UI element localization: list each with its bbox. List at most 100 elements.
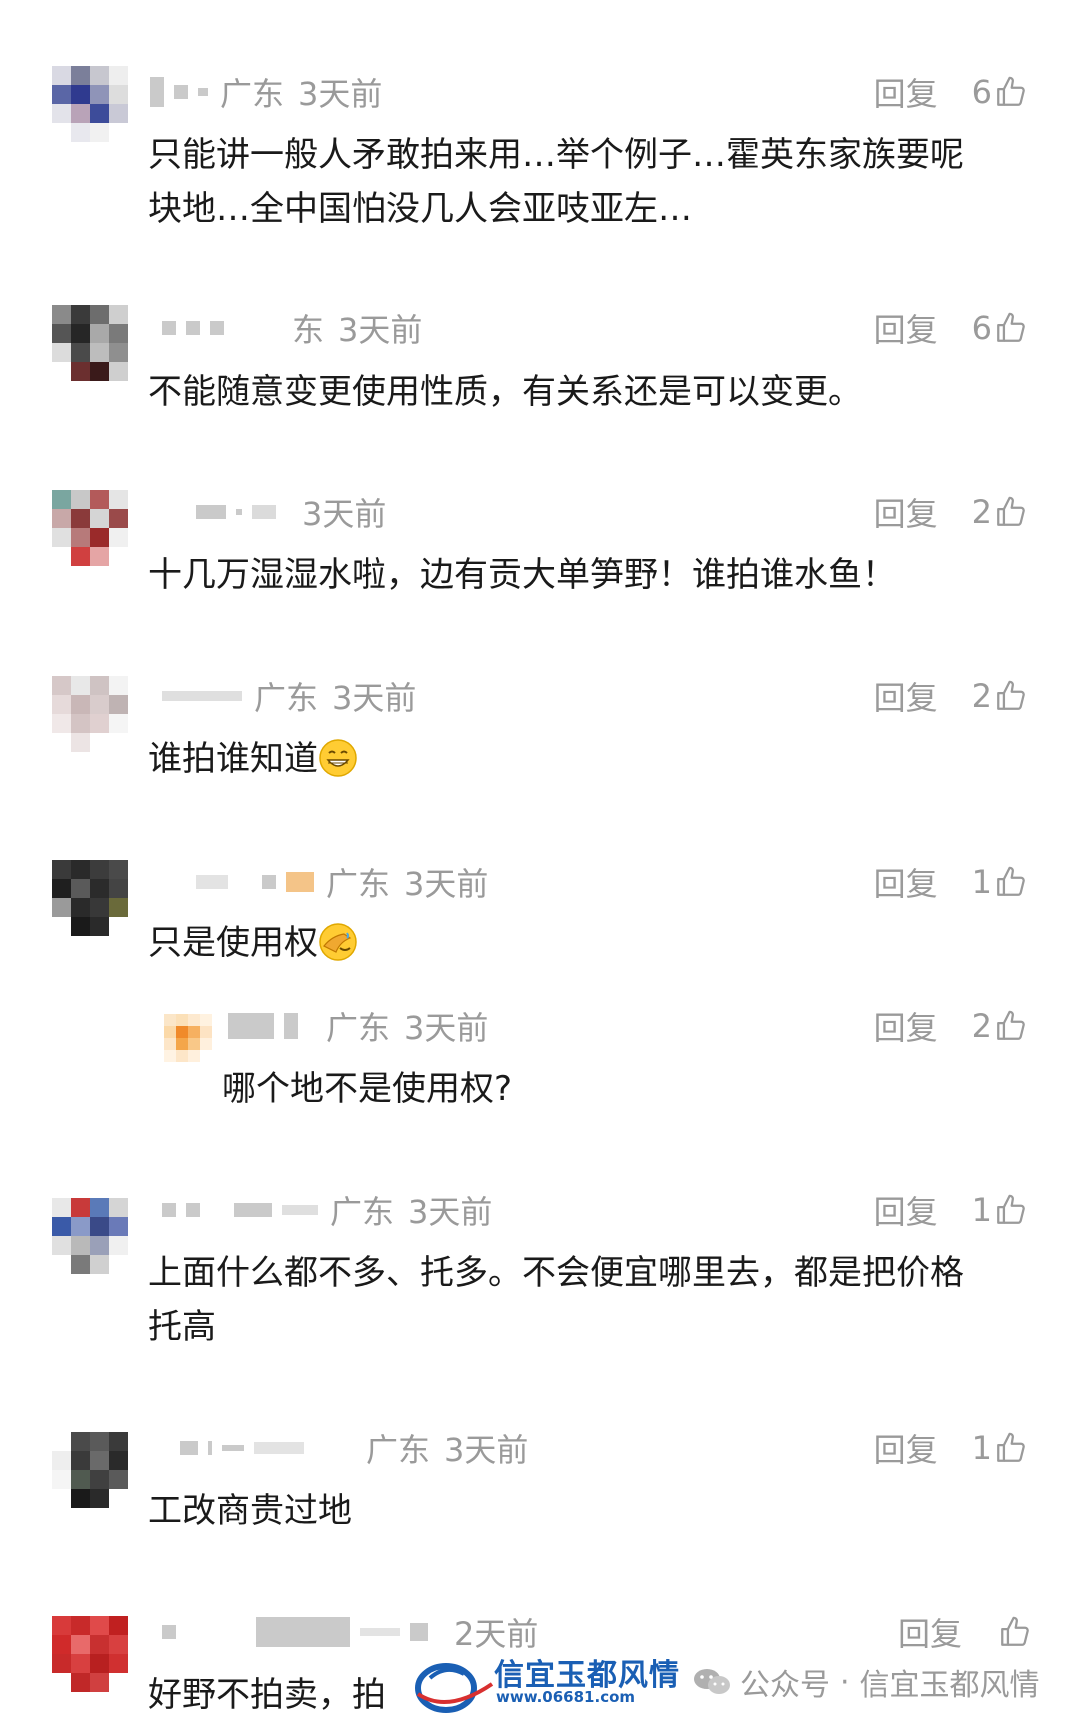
comment-location: 广东	[254, 679, 319, 717]
comment-text: 工改商贵过地	[148, 1484, 352, 1538]
comment-text-line: 谁拍谁知道	[148, 732, 358, 786]
comment-time: 3天前	[404, 1009, 489, 1047]
blurred-username[interactable]	[162, 691, 242, 701]
thumbs-up-icon[interactable]	[994, 311, 1028, 345]
comment-location: 广东	[330, 1193, 395, 1231]
reply-button[interactable]: 回复	[874, 69, 938, 115]
like-count: 1	[971, 1429, 992, 1467]
comment-location: 广东	[326, 1009, 391, 1047]
comment-meta: 广东 3天前	[196, 862, 488, 903]
avatar[interactable]	[52, 305, 128, 381]
blurred-username[interactable]	[180, 1441, 354, 1455]
blurred-username[interactable]	[196, 505, 276, 519]
like-count: 6	[971, 309, 992, 347]
grinning-face-emoji	[319, 739, 357, 777]
comment-location: 广东	[366, 1431, 431, 1469]
blurred-username[interactable]	[228, 1013, 314, 1039]
thumbs-up-icon[interactable]	[994, 1431, 1028, 1465]
thumbs-up-icon[interactable]	[994, 1009, 1028, 1043]
face-palm-emoji	[319, 923, 357, 961]
comment-time: 3天前	[332, 679, 417, 717]
comment-meta: 2天前	[162, 1612, 538, 1653]
reply-button[interactable]: 回复	[874, 1187, 938, 1233]
comment-time: 3天前	[302, 495, 387, 533]
thumbs-up-icon[interactable]	[994, 75, 1028, 109]
comment-actions: 回复 2	[874, 1003, 1028, 1049]
comment-text: 哪个地不是使用权?	[222, 1062, 512, 1116]
comment-time: 3天前	[298, 75, 383, 113]
comment-time: 3天前	[444, 1431, 529, 1469]
watermark-account-label: 公众号	[740, 1668, 830, 1703]
thumbs-up-icon[interactable]	[994, 679, 1028, 713]
comment-text: 只是使用权	[148, 916, 358, 970]
avatar[interactable]	[52, 1432, 128, 1508]
comment-actions: 回复	[898, 1612, 1032, 1653]
avatar[interactable]	[164, 1014, 212, 1062]
avatar[interactable]	[52, 1198, 128, 1274]
reply-button[interactable]: 回复	[874, 305, 938, 351]
comment-text-span: 只是使用权	[148, 923, 318, 963]
comment-actions: 回复 2	[874, 489, 1028, 535]
blurred-username[interactable]	[162, 1617, 428, 1647]
comment-meta: 广东 3天前	[228, 1006, 489, 1047]
like-count: 2	[971, 677, 992, 715]
watermark-account: 公众号 · 信宜玉都风情	[692, 1660, 1040, 1704]
comment-meta: 3天前	[196, 492, 387, 533]
avatar[interactable]	[52, 66, 128, 142]
comment-text-line: 只是使用权	[148, 916, 358, 970]
comment-text-line: 好野不拍卖，拍	[148, 1675, 386, 1715]
comment-actions: 回复 2	[874, 673, 1028, 719]
like-count: 1	[971, 1191, 992, 1229]
like-count: 1	[971, 863, 992, 901]
blurred-username[interactable]	[196, 872, 314, 892]
comment-actions: 回复 6	[874, 305, 1028, 351]
comment-time: 3天前	[408, 1193, 493, 1231]
comment-actions: 回复 1	[874, 1187, 1028, 1233]
reply-button[interactable]: 回复	[874, 1425, 938, 1471]
blurred-username[interactable]	[162, 321, 280, 335]
avatar[interactable]	[52, 676, 128, 752]
reply-button[interactable]: 回复	[874, 859, 938, 905]
thumbs-up-icon[interactable]	[998, 1615, 1032, 1649]
watermark-separator: ·	[840, 1664, 850, 1700]
comment-meta: 广东 3天前	[162, 676, 417, 717]
comment-text: 十几万湿湿水啦，边有贡大单笋野！谁拍谁水鱼！	[148, 548, 896, 602]
comment-meta: 广东 3天前	[162, 1190, 493, 1231]
comment-text-line: 工改商贵过地	[148, 1491, 352, 1531]
comment-text-span: 谁拍谁知道	[148, 739, 318, 779]
wechat-icon	[694, 1669, 730, 1694]
reply-button[interactable]: 回复	[874, 1003, 938, 1049]
comment-text: 谁拍谁知道	[148, 732, 358, 786]
thumbs-up-icon[interactable]	[994, 495, 1028, 529]
avatar[interactable]	[52, 860, 128, 936]
comment-location: 广东	[326, 865, 391, 903]
thumbs-up-icon[interactable]	[994, 1193, 1028, 1227]
comment-meta: 东 3天前	[162, 308, 422, 349]
comment-text-line: 上面什么都不多、托多。不会便宜哪里去，都是把价格	[148, 1253, 964, 1293]
blurred-username[interactable]	[162, 1203, 318, 1217]
watermark: 信宜玉都风情 www.06681.com 公众号 · 信宜玉都风情	[410, 1648, 1080, 1718]
comment-text-line: 托高	[148, 1307, 216, 1347]
comment-location: 广东	[220, 75, 285, 113]
comment-text-line: 哪个地不是使用权?	[222, 1069, 513, 1109]
comment-text-line: 块地…全中国怕没几人会亚吱亚左…	[148, 189, 692, 229]
avatar[interactable]	[52, 490, 128, 566]
comment-text: 只能讲一般人矛敢拍来用…举个例子…霍英东家族要呢 块地…全中国怕没几人会亚吱亚左…	[148, 128, 964, 236]
comment-text-line: 不能随意变更使用性质，有关系还是可以变更。	[148, 372, 862, 412]
watermark-account-name: 信宜玉都风情	[859, 1668, 1040, 1703]
comment-text: 上面什么都不多、托多。不会便宜哪里去，都是把价格 托高	[148, 1246, 964, 1354]
avatar[interactable]	[52, 1616, 128, 1692]
like-count: 2	[971, 1007, 992, 1045]
comment-meta: 广东 3天前	[150, 72, 383, 113]
comment-actions: 回复 1	[874, 859, 1028, 905]
like-count: 2	[971, 493, 992, 531]
watermark-logo-icon	[415, 1663, 494, 1713]
like-count: 6	[971, 73, 992, 111]
reply-button[interactable]: 回复	[874, 673, 938, 719]
thumbs-up-icon[interactable]	[994, 865, 1028, 899]
comment-location: 东	[292, 311, 325, 349]
watermark-url: www.06681.com	[496, 1688, 636, 1706]
reply-button[interactable]: 回复	[874, 489, 938, 535]
blurred-username[interactable]	[150, 77, 208, 107]
comment-text-line: 十几万湿湿水啦，边有贡大单笋野！谁拍谁水鱼！	[148, 555, 896, 595]
